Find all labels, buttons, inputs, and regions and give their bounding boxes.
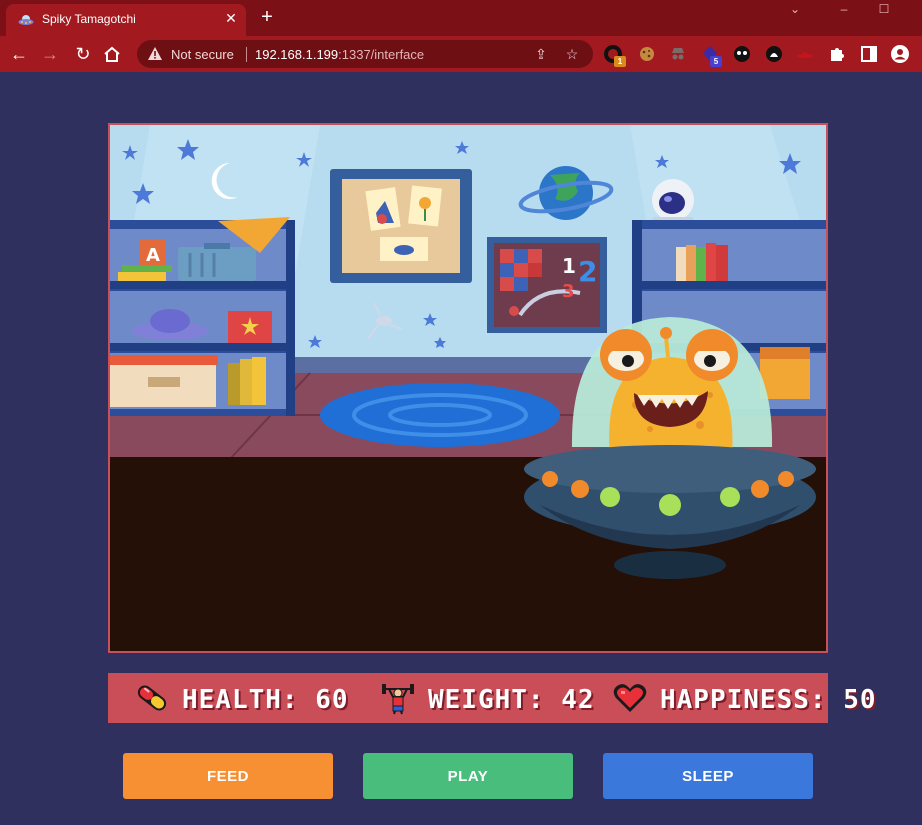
extension-badge: 5: [710, 56, 722, 67]
url-path: :1337/interface: [338, 47, 425, 62]
health-value: 60: [315, 685, 349, 715]
profile-avatar-icon[interactable]: [890, 44, 910, 64]
left-bookshelf: [110, 217, 295, 416]
weight-label: WEIGHT:: [428, 685, 545, 715]
ufo-favicon-icon: [18, 15, 34, 25]
bookmark-star-icon[interactable]: ☆: [564, 46, 580, 62]
heart-icon: [613, 684, 647, 712]
board-number-1: 1: [562, 254, 576, 278]
share-icon[interactable]: ⇪: [533, 46, 549, 62]
new-tab-icon[interactable]: +: [256, 6, 278, 28]
weight-value: 42: [561, 685, 595, 715]
happiness-value: 50: [843, 685, 877, 715]
room-illustration: 1 2 3 A: [110, 125, 826, 651]
toy-block-letter: A: [146, 245, 160, 266]
spy-extension-icon[interactable]: [668, 44, 688, 64]
reload-icon[interactable]: ↻: [70, 41, 96, 67]
pill-icon: [137, 685, 167, 711]
back-arrow-icon[interactable]: ←: [6, 41, 32, 67]
minimize-icon[interactable]: –: [832, 2, 856, 16]
hat-extension-icon[interactable]: [795, 44, 815, 64]
warning-icon[interactable]: [147, 46, 163, 62]
game-scene: 1 2 3 A: [108, 123, 828, 653]
address-bar[interactable]: Not secure 192.168.1.199:1337/interface …: [137, 40, 593, 68]
cookie-icon[interactable]: [637, 44, 657, 64]
stats-bar: HEALTH: 60 WEIGHT: 42 HAPPINESS: 50: [108, 673, 876, 723]
mask-extension-icon[interactable]: [732, 44, 752, 64]
url-text[interactable]: 192.168.1.199:1337/interface: [255, 47, 424, 62]
puzzle-extensions-icon[interactable]: [827, 44, 847, 64]
weight-stat: WEIGHT: 42: [380, 681, 594, 715]
close-tab-icon[interactable]: ✕: [222, 9, 240, 27]
blue-rug: [320, 383, 560, 447]
health-stat: HEALTH: 60: [134, 681, 348, 715]
feed-button[interactable]: FEED: [123, 753, 333, 799]
weight-lifter-icon: [382, 684, 414, 715]
forward-arrow-icon[interactable]: →: [37, 41, 63, 67]
browser-titlebar: Spiky Tamagotchi ✕ + ⌄ – ☐: [0, 0, 922, 36]
ghost-extension-icon[interactable]: [764, 44, 784, 64]
extension-badge: 1: [614, 56, 626, 67]
happiness-stat: HAPPINESS: 50: [612, 681, 876, 715]
happiness-text: HAPPINESS: 50: [660, 685, 877, 715]
weight-text: WEIGHT: 42: [428, 685, 595, 715]
picture-board: [330, 169, 472, 283]
url-host: 192.168.1.199: [255, 47, 339, 62]
tab-title: Spiky Tamagotchi: [42, 12, 136, 26]
board-number-2: 2: [578, 255, 597, 288]
maximize-icon[interactable]: ☐: [872, 2, 896, 16]
address-divider: [246, 47, 247, 62]
board-number-3: 3: [562, 281, 575, 302]
side-panel-icon[interactable]: [859, 44, 879, 64]
health-label: HEALTH:: [182, 685, 299, 715]
home-icon[interactable]: [103, 46, 121, 63]
health-text: HEALTH: 60: [182, 685, 349, 715]
sleep-button[interactable]: SLEEP: [603, 753, 813, 799]
play-button[interactable]: PLAY: [363, 753, 573, 799]
browser-tab[interactable]: Spiky Tamagotchi ✕: [6, 4, 246, 36]
security-label[interactable]: Not secure: [171, 47, 234, 62]
chevron-down-icon[interactable]: ⌄: [783, 2, 807, 16]
browser-toolbar: ← → ↻ Not secure 192.168.1.199:1337/inte…: [0, 36, 922, 72]
happiness-label: HAPPINESS:: [660, 685, 827, 715]
